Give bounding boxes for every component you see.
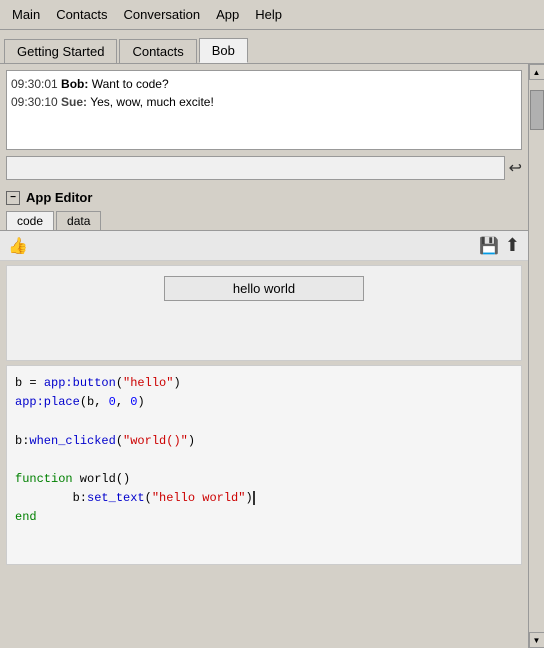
main-content: 09:30:01 Bob: Want to code? 09:30:10 Sue…: [0, 64, 544, 648]
code-line-2: app:place(b, 0, 0): [15, 393, 513, 412]
code-editor[interactable]: b = app:button("hello") app:place(b, 0, …: [6, 365, 522, 565]
chat-area: 09:30:01 Bob: Want to code? 09:30:10 Sue…: [6, 70, 522, 150]
app-editor-title: App Editor: [26, 190, 92, 205]
tab-contacts[interactable]: Contacts: [119, 39, 196, 63]
thumbs-up-button[interactable]: 👍: [8, 236, 28, 256]
tab-getting-started[interactable]: Getting Started: [4, 39, 117, 63]
code-line-8: end: [15, 508, 513, 527]
menu-conversation[interactable]: Conversation: [116, 3, 209, 26]
scroll-up-button[interactable]: ▲: [529, 64, 544, 80]
chat-text-1: Want to code?: [92, 77, 169, 91]
toolbar-left: 👍: [8, 236, 28, 256]
editor-toolbar: 👍 💾 ⬆: [0, 231, 528, 261]
code-line-1: b = app:button("hello"): [15, 374, 513, 393]
scrollbar-thumb[interactable]: [530, 90, 544, 130]
chat-time-2: 09:30:10: [11, 95, 61, 109]
top-tab-bar: Getting Started Contacts Bob: [0, 30, 544, 64]
chat-message-1: 09:30:01 Bob: Want to code?: [11, 75, 517, 93]
code-line-6: function world(): [15, 470, 513, 489]
collapse-button[interactable]: −: [6, 191, 20, 205]
chat-text-2: Yes, wow, much excite!: [90, 95, 214, 109]
input-bar: ↩: [6, 154, 522, 182]
chat-sender-1: Bob:: [61, 77, 88, 91]
export-button[interactable]: ⬆: [505, 235, 520, 256]
chat-sender-2: Sue:: [61, 95, 87, 109]
menubar: Main Contacts Conversation App Help: [0, 0, 544, 30]
preview-area: hello world: [6, 265, 522, 361]
scrollbar-track: [530, 80, 544, 632]
menu-main[interactable]: Main: [4, 3, 48, 26]
menu-help[interactable]: Help: [247, 3, 290, 26]
code-line-4: b:when_clicked("world()"): [15, 432, 513, 451]
save-button[interactable]: 💾: [479, 235, 499, 256]
reply-button[interactable]: ↩: [509, 158, 522, 178]
message-input[interactable]: [6, 156, 505, 180]
menu-app[interactable]: App: [208, 3, 247, 26]
code-line-7: b:set_text("hello world"): [15, 489, 513, 508]
toolbar-right: 💾 ⬆: [479, 235, 520, 256]
editor-tab-code[interactable]: code: [6, 211, 54, 230]
scroll-down-button[interactable]: ▼: [529, 632, 544, 648]
center-panel: 09:30:01 Bob: Want to code? 09:30:10 Sue…: [0, 64, 528, 648]
right-scrollbar: ▲ ▼: [528, 64, 544, 648]
menu-contacts[interactable]: Contacts: [48, 3, 115, 26]
code-line-5: [15, 451, 513, 470]
app-editor-header: − App Editor: [0, 186, 528, 209]
code-line-3: [15, 412, 513, 431]
chat-time-1: 09:30:01: [11, 77, 61, 91]
preview-button[interactable]: hello world: [164, 276, 364, 301]
tab-bob[interactable]: Bob: [199, 38, 248, 63]
editor-tab-data[interactable]: data: [56, 211, 101, 230]
chat-message-2: 09:30:10 Sue: Yes, wow, much excite!: [11, 93, 517, 111]
editor-tabs: code data: [0, 209, 528, 231]
